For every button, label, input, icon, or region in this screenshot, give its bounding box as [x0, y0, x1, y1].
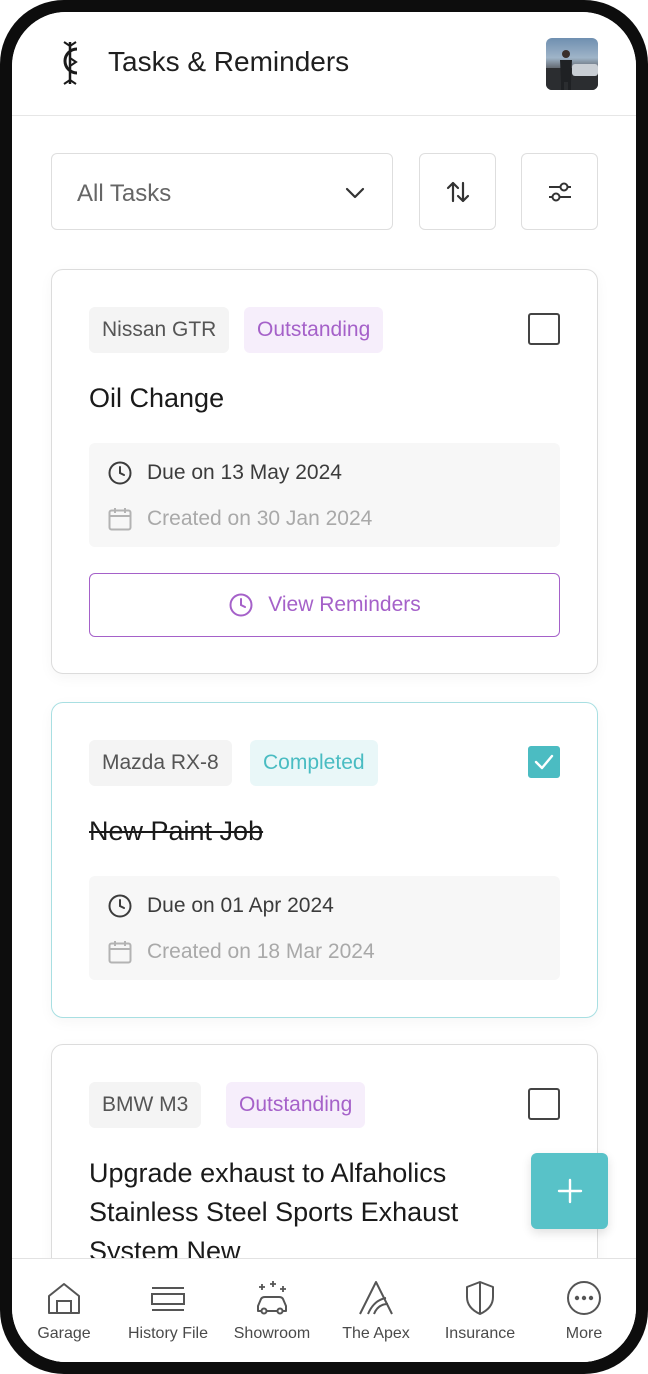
app-header: Tasks & Reminders — [12, 12, 636, 116]
status-badge: Outstanding — [244, 307, 384, 353]
task-complete-checkbox[interactable] — [528, 1088, 560, 1120]
avatar-photo-icon — [546, 50, 598, 90]
brand-logo-icon — [63, 41, 78, 85]
car-chip: Nissan GTR — [89, 307, 230, 353]
clock-icon — [229, 593, 253, 617]
task-card[interactable]: Nissan GTR Outstanding Oil Change Due on… — [51, 269, 598, 674]
chevron-down-icon — [345, 187, 365, 199]
created-date: Created on 18 Mar 2024 — [147, 940, 375, 963]
calendar-icon — [108, 941, 132, 964]
nav-item-garage[interactable]: Garage — [12, 1277, 116, 1357]
nav-label: History File — [127, 1325, 208, 1342]
nav-item-showroom[interactable]: Showroom — [220, 1277, 324, 1357]
more-icon — [567, 1281, 601, 1315]
history-file-icon — [151, 1287, 185, 1311]
view-reminders-label: View Reminders — [268, 593, 421, 616]
task-card[interactable]: Mazda RX-8 Completed New Paint Job Due o… — [51, 702, 598, 1018]
clock-icon — [108, 894, 132, 918]
add-task-button[interactable] — [531, 1153, 608, 1229]
created-date: Created on 30 Jan 2024 — [147, 507, 373, 530]
showroom-icon — [257, 1281, 287, 1315]
task-title: Upgrade exhaust to Alfaholics Stainless … — [89, 1154, 458, 1271]
nav-label: Showroom — [233, 1325, 311, 1342]
filter-settings-button[interactable] — [521, 153, 598, 230]
task-complete-checkbox[interactable] — [528, 313, 560, 345]
nav-label: More — [565, 1325, 603, 1342]
task-title-line: Stainless Steel Sports Exhaust — [89, 1197, 459, 1227]
task-complete-checkbox[interactable] — [528, 746, 560, 778]
due-date-row: Due on 01 Apr 2024 — [107, 892, 334, 920]
nav-label: Garage — [37, 1325, 91, 1342]
task-filter-dropdown[interactable]: All Tasks — [51, 153, 393, 230]
apex-icon — [359, 1281, 393, 1315]
plus-icon — [557, 1178, 582, 1204]
car-chip: Mazda RX-8 — [89, 740, 232, 786]
due-date: Due on 01 Apr 2024 — [147, 894, 334, 917]
app-screen: Tasks & Reminders All Tasks Nissan GTR O… — [12, 12, 636, 1362]
car-chip: BMW M3 — [89, 1082, 202, 1128]
check-icon — [534, 754, 554, 770]
due-date-row: Due on 13 May 2024 — [107, 459, 342, 487]
page-title: Tasks & Reminders — [108, 46, 350, 77]
nav-item-history-file[interactable]: History File — [116, 1277, 220, 1357]
sort-button[interactable] — [419, 153, 496, 230]
sliders-icon — [548, 182, 571, 201]
nav-label: Insurance — [444, 1325, 516, 1342]
status-badge: Outstanding — [226, 1082, 366, 1128]
task-title: Oil Change — [89, 383, 225, 413]
nav-item-insurance[interactable]: Insurance — [428, 1277, 532, 1357]
created-date-row: Created on 18 Mar 2024 — [107, 938, 375, 966]
calendar-icon — [108, 508, 132, 531]
nav-item-more[interactable]: More — [532, 1277, 636, 1357]
nav-label: The Apex — [342, 1325, 410, 1342]
created-date-row: Created on 30 Jan 2024 — [107, 505, 372, 533]
user-avatar[interactable] — [546, 38, 598, 90]
view-reminders-button[interactable]: View Reminders — [89, 573, 560, 637]
bottom-navigation: Garage History File Showroom The Apex In… — [12, 1258, 636, 1362]
nav-item-the-apex[interactable]: The Apex — [324, 1277, 428, 1357]
due-date: Due on 13 May 2024 — [147, 461, 342, 484]
task-filter-value: All Tasks — [77, 180, 172, 207]
device-frame: Tasks & Reminders All Tasks Nissan GTR O… — [0, 0, 648, 1374]
task-dates: Due on 01 Apr 2024 Created on 18 Mar 202… — [89, 876, 560, 980]
status-badge: Completed — [250, 740, 378, 786]
task-dates: Due on 13 May 2024 Created on 30 Jan 202… — [89, 443, 560, 547]
sort-arrows-icon — [446, 181, 469, 202]
task-title-line: Upgrade exhaust to Alfaholics — [89, 1158, 447, 1188]
task-title: New Paint Job — [89, 816, 264, 846]
shield-icon — [466, 1281, 494, 1315]
clock-icon — [108, 461, 132, 485]
garage-icon — [48, 1283, 80, 1314]
